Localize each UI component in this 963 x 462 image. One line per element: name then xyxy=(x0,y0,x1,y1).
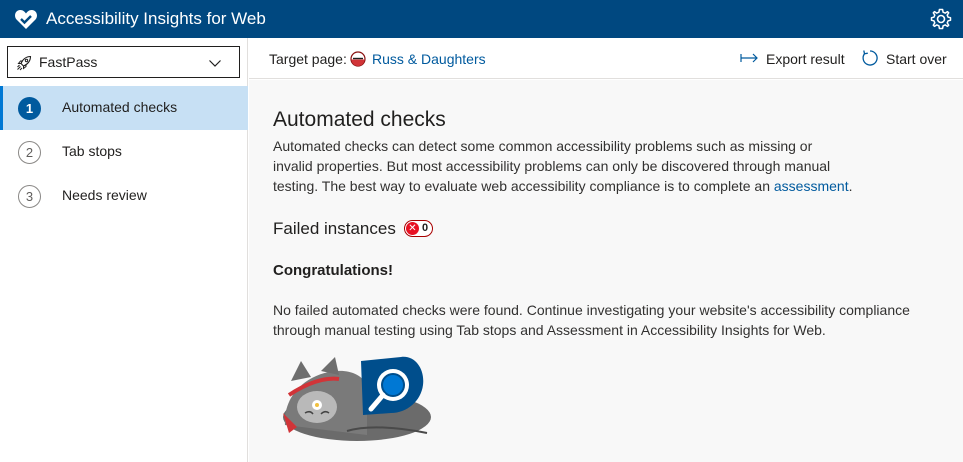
nav-item-tab-stops[interactable]: 2 Tab stops xyxy=(0,130,248,174)
app-title: Accessibility Insights for Web xyxy=(46,9,266,28)
congratulations-heading: Congratulations! xyxy=(273,262,393,279)
sleeping-cat-illustration xyxy=(283,356,431,441)
step-number: 3 xyxy=(18,185,41,208)
target-page-link[interactable]: Russ & Daughters xyxy=(372,51,486,68)
failed-count-badge: ✕ 0 xyxy=(404,220,434,237)
refresh-icon[interactable] xyxy=(861,49,879,67)
target-page-favicon-icon xyxy=(350,51,366,67)
nav-item-label: Tab stops xyxy=(62,143,122,159)
main-content: Automated checks Automated checks can de… xyxy=(249,80,963,462)
rocket-icon xyxy=(17,55,32,71)
mode-dropdown[interactable]: FastPass xyxy=(7,46,240,78)
page-description: Automated checks can detect some common … xyxy=(273,136,853,196)
description-end: . xyxy=(848,178,853,194)
mode-dropdown-value: FastPass xyxy=(39,54,98,70)
left-nav: FastPass 1 Automated checks 2 Tab stops … xyxy=(0,38,248,462)
description-text: Automated checks can detect some common … xyxy=(273,138,831,194)
step-number: 2 xyxy=(18,141,41,164)
export-icon[interactable] xyxy=(740,51,760,65)
target-page-label: Target page: xyxy=(269,51,347,67)
nav-item-label: Needs review xyxy=(62,187,147,203)
nav-item-automated-checks[interactable]: 1 Automated checks xyxy=(0,86,248,130)
assessment-link[interactable]: assessment xyxy=(774,178,849,194)
export-result-button[interactable]: Export result xyxy=(766,51,845,68)
failed-count: 0 xyxy=(422,222,429,234)
nav-item-label: Automated checks xyxy=(62,99,178,115)
heart-logo-icon xyxy=(15,10,37,29)
title-bar: Accessibility Insights for Web xyxy=(0,0,963,38)
nav-item-needs-review[interactable]: 3 Needs review xyxy=(0,174,248,218)
error-icon: ✕ xyxy=(406,222,419,235)
start-over-button[interactable]: Start over xyxy=(886,51,947,68)
command-bar: Target page: Russ & Daughters Export res… xyxy=(249,38,963,79)
chevron-down-icon xyxy=(209,60,221,67)
no-failures-message: No failed automated checks were found. C… xyxy=(273,302,910,338)
failed-instances-heading: Failed instances xyxy=(273,219,396,238)
page-title: Automated checks xyxy=(273,108,446,131)
gear-icon[interactable] xyxy=(929,7,953,31)
step-number: 1 xyxy=(18,97,41,120)
